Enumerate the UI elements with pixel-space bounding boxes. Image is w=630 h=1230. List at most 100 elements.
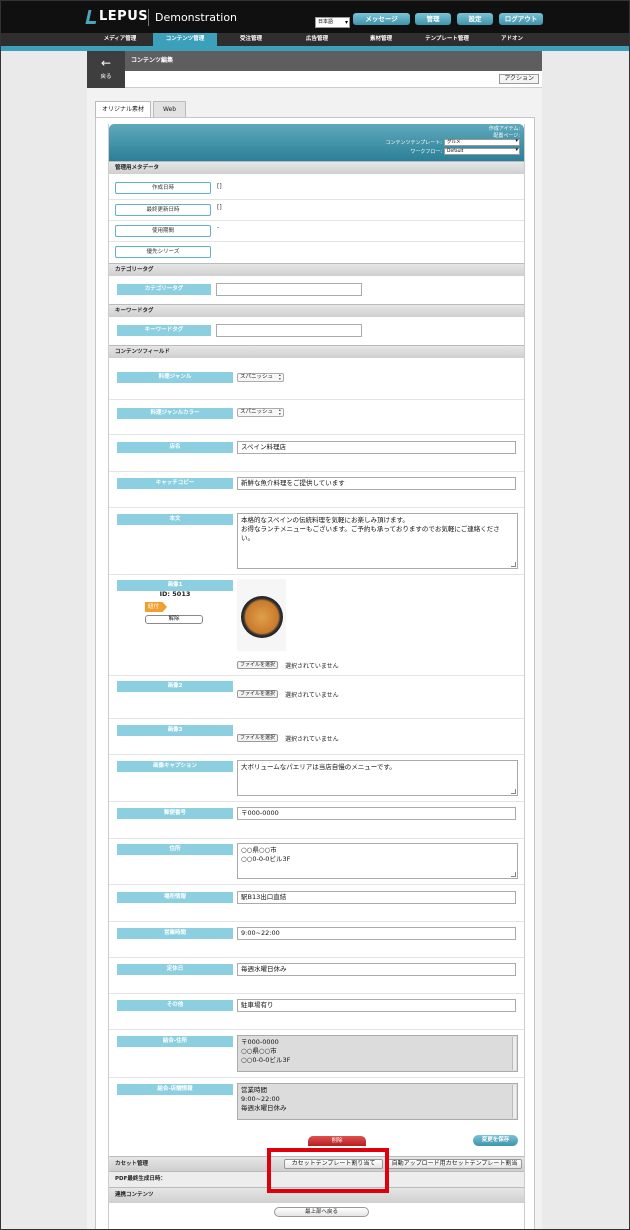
- usage-period-button[interactable]: 使用期間: [115, 225, 211, 237]
- body-textarea[interactable]: 本格的なスペインの伝統料理を気軽にお楽しみ頂けます。 お得なランチメニューもござ…: [237, 513, 518, 569]
- shop-name-label: 店名: [117, 442, 233, 453]
- image1-id: ID: 5013: [159, 590, 191, 598]
- row-divider: [109, 507, 524, 508]
- place-label: 場所情報: [117, 892, 233, 903]
- workflow-label: ワークフロー:: [410, 149, 442, 155]
- row-divider: [109, 399, 524, 400]
- address-text-line: ○○県○○市: [241, 846, 277, 854]
- resize-grip-icon[interactable]: [511, 872, 516, 877]
- row-divider: [109, 921, 524, 922]
- address-textarea[interactable]: ○○県○○市 ○○0-0-0ビル3F: [237, 843, 518, 879]
- image1-file-status: 選択されていません: [285, 663, 339, 670]
- category-tag-input[interactable]: [216, 283, 362, 296]
- place-input[interactable]: 駅B13出口直結: [237, 891, 516, 904]
- back-button[interactable]: ← 戻る: [87, 51, 125, 88]
- logout-button[interactable]: ログアウト: [499, 13, 543, 25]
- address-label: 住所: [117, 844, 233, 855]
- zip-input[interactable]: 〒000-0000: [237, 807, 516, 820]
- section-keyword: キーワードタグ: [109, 304, 524, 317]
- settings-button[interactable]: 設定: [457, 13, 493, 25]
- catch-copy-label: キャッチコピー: [117, 478, 233, 489]
- content-card: 作成アイテム: 配置ページ: コンテンツテンプレート: グルメ ワークフロー: …: [95, 117, 535, 1229]
- message-button[interactable]: メッセージ: [353, 13, 410, 25]
- keyword-tag-input[interactable]: [216, 324, 362, 337]
- image1-file-button[interactable]: ファイルを選択: [237, 661, 279, 669]
- main-nav: メディア管理 コンテンツ管理 受注管理 広告管理 素材管理 テンプレート管理 ア…: [1, 33, 629, 46]
- other-input[interactable]: 駐車場有り: [237, 999, 516, 1012]
- combined-shop-line: 営業時間: [241, 1086, 267, 1094]
- edit-panel: 作成アイテム: 配置ページ: コンテンツテンプレート: グルメ ワークフロー: …: [108, 124, 525, 1229]
- nav-media[interactable]: メディア管理: [87, 33, 153, 46]
- back-label: 戻る: [100, 74, 112, 80]
- unlink-button[interactable]: 解除: [145, 615, 203, 624]
- holiday-input[interactable]: 毎週水曜日休み: [237, 963, 516, 976]
- image1-thumbnail[interactable]: [237, 579, 286, 651]
- other-label: その他: [117, 1000, 233, 1011]
- created-date-button[interactable]: 作成日時: [115, 182, 211, 194]
- genre-select[interactable]: スパニッシュ: [237, 373, 284, 382]
- workflow-select[interactable]: Default: [444, 148, 520, 155]
- top-bar: LEPUS Demonstration 日本語 メッセージ 管理 設定 ログアウ…: [1, 1, 629, 33]
- row-divider: [109, 574, 524, 575]
- combined-address-textarea: 〒000-0000 ○○県○○市 ○○0-0-0ビル3F: [237, 1035, 518, 1072]
- image2-file-button[interactable]: ファイルを選択: [237, 690, 279, 698]
- holiday-label: 定休日: [117, 964, 233, 975]
- save-changes-button[interactable]: 変更を保存: [473, 1135, 518, 1146]
- combined-address-line: 〒000-0000: [241, 1038, 279, 1046]
- combined-address-line: ○○県○○市: [241, 1047, 277, 1055]
- resize-grip-icon[interactable]: [511, 789, 516, 794]
- image3-label: 画像3: [117, 725, 233, 736]
- lepus-logo[interactable]: LEPUS: [85, 9, 148, 24]
- image3-file-status: 選択されていません: [285, 736, 339, 743]
- action-button[interactable]: アクション: [499, 74, 539, 84]
- row-divider: [109, 241, 524, 242]
- hours-input[interactable]: 9:00~22:00: [237, 927, 516, 940]
- nav-orders[interactable]: 受注管理: [217, 33, 285, 46]
- combined-address-line: ○○0-0-0ビル3F: [241, 1056, 291, 1064]
- zip-label: 郵便番号: [117, 808, 233, 819]
- scrollbar[interactable]: [512, 1085, 516, 1118]
- scrollbar[interactable]: [512, 1037, 516, 1070]
- row-divider: [109, 957, 524, 958]
- row-divider: [109, 220, 524, 221]
- logo-divider: [148, 9, 149, 26]
- language-select[interactable]: 日本語: [315, 17, 350, 28]
- priority-series-button[interactable]: 優先シリーズ: [115, 246, 211, 258]
- app-title: Demonstration: [155, 11, 238, 24]
- auto-upload-cassette-button[interactable]: 自動アップロード用カセットテンプレート割当: [387, 1159, 522, 1169]
- combined-shop-label: 結合-店舗情報: [117, 1084, 233, 1095]
- tab-original[interactable]: オリジナル素材: [95, 101, 151, 117]
- page-body: ← 戻る コンテンツ編集 アクション オリジナル素材 Web 作成アイテム: 配…: [87, 51, 542, 1229]
- shop-name-input[interactable]: スペイン料理店: [237, 441, 516, 454]
- nav-ads[interactable]: 広告管理: [285, 33, 349, 46]
- back-to-top-button[interactable]: 最上部へ戻る: [274, 1207, 369, 1217]
- template-select[interactable]: グルメ: [444, 139, 520, 146]
- combined-shop-line: 9:00~22:00: [241, 1095, 280, 1103]
- created-item-text: 作成アイテム:: [488, 126, 520, 132]
- body-text-line: お得なランチメニューもございます。ご予約も承っておりますのでお気軽にご連絡くださ: [241, 525, 500, 533]
- nav-templates[interactable]: テンプレート管理: [413, 33, 481, 46]
- body-text-line: い。: [241, 534, 254, 542]
- resize-grip-icon[interactable]: [511, 562, 516, 567]
- genre-color-select[interactable]: スパニッシュ: [237, 408, 284, 417]
- row-divider: [109, 434, 524, 435]
- manage-button[interactable]: 管理: [415, 13, 451, 25]
- delete-button[interactable]: 削除: [308, 1136, 366, 1146]
- combined-address-label: 結合-住所: [117, 1036, 233, 1047]
- combined-shop-textarea: 営業時間 9:00~22:00 毎週水曜日休み: [237, 1083, 518, 1120]
- row-divider: [109, 754, 524, 755]
- catch-copy-input[interactable]: 新鮮な魚介料理をご提供しています: [237, 477, 516, 490]
- image3-file-button[interactable]: ファイルを選択: [237, 734, 279, 742]
- tab-web[interactable]: Web: [153, 101, 186, 117]
- updated-date-button[interactable]: 最終更新日時: [115, 204, 211, 216]
- caption-textarea[interactable]: 大ボリュームなパエリアは当店自慢のメニューです。: [237, 760, 518, 796]
- row-divider: [109, 471, 524, 472]
- nav-addon[interactable]: アドオン: [481, 33, 543, 46]
- image2-file-status: 選択されていません: [285, 692, 339, 699]
- sub-toolbar: アクション: [125, 71, 542, 88]
- body-text-line: 本格的なスペインの伝統料理を気軽にお楽しみ頂けます。: [241, 516, 409, 524]
- nav-content[interactable]: コンテンツ管理: [153, 33, 217, 46]
- logo-mark-icon: [85, 9, 99, 24]
- address-text-line: ○○0-0-0ビル3F: [241, 855, 291, 863]
- nav-assets[interactable]: 素材管理: [349, 33, 413, 46]
